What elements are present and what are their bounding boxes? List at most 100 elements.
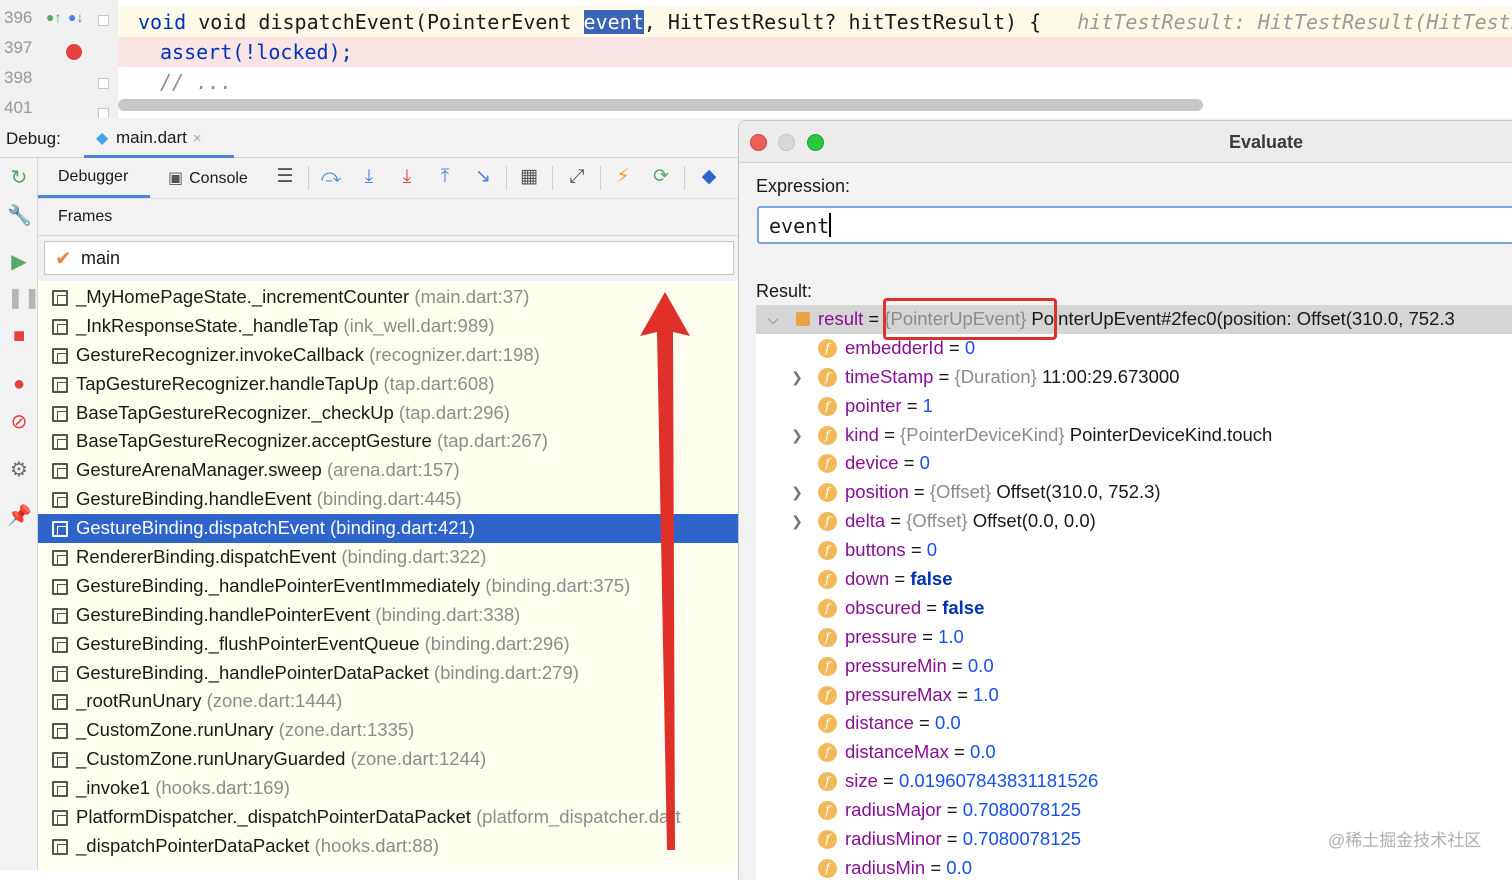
field-node[interactable]: f buttons = 0 bbox=[756, 536, 1512, 565]
evaluate-expression-icon[interactable]: ▦ bbox=[518, 166, 540, 188]
field-node[interactable]: ❯ f timeStamp = {Duration} 11:00:29.673000 bbox=[756, 363, 1512, 392]
frame-method: GestureBinding._flushPointerEventQueue bbox=[76, 632, 420, 654]
code-line[interactable]: // ... bbox=[118, 67, 1512, 97]
rerun-icon[interactable]: ↻ bbox=[7, 166, 31, 190]
wrench-icon[interactable]: 🔧 bbox=[7, 204, 32, 228]
code-editor[interactable]: 396 397 398 401 ●↑ ●↓ void void dispatch… bbox=[0, 0, 1512, 118]
step-over-icon[interactable]: ⤼ bbox=[320, 166, 342, 188]
frame-row[interactable]: _rootRunUnary (zone.dart:1444) bbox=[38, 687, 738, 716]
field-value: false bbox=[910, 568, 953, 590]
frame-row[interactable]: GestureRecognizer.invokeCallback (recogn… bbox=[38, 341, 738, 370]
field-node[interactable]: f size = 0.019607843831181526 bbox=[756, 767, 1512, 796]
chevron-down-icon[interactable]: ⌵ bbox=[766, 305, 780, 334]
field-node[interactable]: ❯ f delta = {Offset} Offset(0.0, 0.0) bbox=[756, 507, 1512, 536]
frame-row[interactable]: GestureBinding.handleEvent (binding.dart… bbox=[38, 485, 738, 514]
dart-devtools-icon[interactable]: ◆ bbox=[698, 166, 720, 188]
pause-icon[interactable]: ❚❚ bbox=[7, 286, 41, 310]
field-node[interactable]: f obscured = false bbox=[756, 594, 1512, 623]
code-line-breakpoint[interactable]: assert(!locked); bbox=[118, 37, 1512, 67]
field-value: 1 bbox=[922, 394, 933, 416]
gear-icon[interactable]: ⚙ bbox=[7, 458, 31, 482]
chevron-right-icon[interactable]: ❯ bbox=[790, 478, 804, 507]
frame-row[interactable]: GestureBinding.dispatchEvent (binding.da… bbox=[38, 514, 738, 544]
frame-row[interactable]: _CustomZone.runUnary (zone.dart:1335) bbox=[38, 716, 738, 745]
breakpoint-icon[interactable] bbox=[66, 44, 82, 60]
tab-label: main.dart bbox=[116, 128, 187, 147]
frame-row[interactable]: GestureBinding._flushPointerEventQueue (… bbox=[38, 630, 738, 659]
restore-layout-icon[interactable]: ⤢ bbox=[566, 166, 588, 188]
frame-row[interactable]: GestureBinding.handlePointerEvent (bindi… bbox=[38, 601, 738, 630]
frame-row[interactable]: GestureBinding._handlePointerEventImmedi… bbox=[38, 572, 738, 601]
fold-marker-icon[interactable] bbox=[98, 108, 109, 118]
debug-side-toolbar: ↻ 🔧 ▶ ❚❚ ■ ● ⊘ ⚙ 📌 bbox=[0, 158, 41, 870]
menu-icon[interactable]: ☰ bbox=[274, 166, 296, 188]
hot-restart-icon[interactable]: ⟳ bbox=[650, 166, 672, 188]
fold-marker-icon[interactable] bbox=[98, 15, 109, 26]
field-node[interactable]: f pressureMax = 1.0 bbox=[756, 681, 1512, 710]
equals-sign: = bbox=[943, 336, 965, 358]
implementations-icon[interactable]: ●↓ bbox=[68, 9, 83, 25]
frame-row[interactable]: _InkResponseState._handleTap (ink_well.d… bbox=[38, 312, 738, 341]
fold-marker-icon[interactable] bbox=[98, 78, 109, 89]
tab-console[interactable]: ▣ Console bbox=[168, 158, 278, 198]
zoom-window-button[interactable] bbox=[807, 134, 824, 151]
frame-row[interactable]: _CustomZone.runUnaryGuarded (zone.dart:1… bbox=[38, 745, 738, 774]
frame-row[interactable]: _MyHomePageState._incrementCounter (main… bbox=[38, 283, 738, 312]
resume-icon[interactable]: ▶ bbox=[7, 250, 31, 274]
frame-row[interactable]: PlatformDispatcher._dispatchPointerDataP… bbox=[38, 803, 738, 832]
close-window-button[interactable] bbox=[750, 134, 767, 151]
dialog-title-bar[interactable]: Evaluate bbox=[739, 121, 1512, 163]
chevron-right-icon[interactable]: ❯ bbox=[790, 363, 804, 392]
result-tree[interactable]: ⌵ result = {PointerUpEvent} PointerUpEven… bbox=[756, 305, 1512, 880]
frame-row[interactable]: BaseTapGestureRecognizer._checkUp (tap.d… bbox=[38, 399, 738, 428]
field-node[interactable]: f embedderId = 0 bbox=[756, 334, 1512, 363]
step-out-icon[interactable]: ⤒ bbox=[434, 166, 456, 188]
field-node[interactable]: ❯ f position = {Offset} Offset(310.0, 752.… bbox=[756, 478, 1512, 507]
editor-gutter[interactable]: 396 397 398 401 ●↑ ●↓ bbox=[0, 0, 118, 118]
debugger-toolbar: Debugger ▣ Console ☰ ⤼ ⤓ ⤓ ⤒ ↘ ▦ ⤢ ⚡ ⟳ ◆ bbox=[38, 158, 738, 198]
field-node[interactable]: ❯ f kind = {PointerDeviceKind} PointerDevi… bbox=[756, 421, 1512, 450]
force-step-into-icon[interactable]: ⤓ bbox=[396, 166, 418, 188]
close-icon[interactable]: × bbox=[193, 130, 202, 147]
tab-debugger[interactable]: Debugger bbox=[38, 158, 150, 198]
step-into-icon[interactable]: ⤓ bbox=[358, 166, 380, 188]
run-to-cursor-icon[interactable]: ↘ bbox=[472, 166, 494, 188]
chevron-right-icon[interactable]: ❯ bbox=[790, 507, 804, 536]
field-node[interactable]: f pressure = 1.0 bbox=[756, 623, 1512, 652]
expression-input[interactable]: event bbox=[757, 206, 1512, 244]
minimize-window-button[interactable] bbox=[778, 134, 795, 151]
field-node[interactable]: f down = false bbox=[756, 565, 1512, 594]
hot-reload-icon[interactable]: ⚡ bbox=[612, 166, 634, 188]
code-line-current[interactable]: void void dispatchEvent(PointerEvent eve… bbox=[118, 7, 1512, 37]
field-node[interactable]: f device = 0 bbox=[756, 449, 1512, 478]
horizontal-scrollbar[interactable] bbox=[118, 99, 1203, 111]
chevron-right-icon[interactable]: ❯ bbox=[790, 421, 804, 450]
result-value: PointerUpEvent#2fec0(position: Offset(31… bbox=[1031, 308, 1455, 329]
frame-row[interactable]: BaseTapGestureRecognizer.acceptGesture (… bbox=[38, 427, 738, 456]
frame-row[interactable]: TapGestureRecognizer.handleTapUp (tap.da… bbox=[38, 370, 738, 399]
thread-selector[interactable]: ✔ main bbox=[44, 241, 734, 275]
override-marker-icon[interactable]: ●↑ bbox=[46, 9, 61, 25]
field-node[interactable]: f radiusMin = 0.0 bbox=[756, 854, 1512, 880]
field-node[interactable]: f pointer = 1 bbox=[756, 392, 1512, 421]
frame-row[interactable]: _invoke1 (hooks.dart:169) bbox=[38, 774, 738, 803]
field-node[interactable]: f radiusMajor = 0.7080078125 bbox=[756, 796, 1512, 825]
view-breakpoints-icon[interactable]: ● bbox=[7, 372, 31, 396]
pin-icon[interactable]: 📌 bbox=[7, 504, 32, 528]
mute-breakpoints-icon[interactable]: ⊘ bbox=[7, 410, 31, 434]
frame-icon bbox=[52, 781, 68, 798]
field-node[interactable]: f distanceMax = 0.0 bbox=[756, 738, 1512, 767]
field-icon: f bbox=[818, 396, 837, 416]
frame-row[interactable]: GestureArenaManager.sweep (arena.dart:15… bbox=[38, 456, 738, 485]
frame-row[interactable]: RendererBinding.dispatchEvent (binding.d… bbox=[38, 543, 738, 572]
field-node[interactable]: f pressureMin = 0.0 bbox=[756, 652, 1512, 681]
stop-icon[interactable]: ■ bbox=[7, 324, 31, 348]
field-node[interactable]: f distance = 0.0 bbox=[756, 709, 1512, 738]
frame-row[interactable]: _dispatchPointerDataPacket (hooks.dart:8… bbox=[38, 832, 738, 861]
frames-list[interactable]: _MyHomePageState._incrementCounter (main… bbox=[38, 283, 738, 870]
field-value: false bbox=[942, 596, 985, 618]
tab-main-dart[interactable]: ◆ main.dart × bbox=[84, 118, 234, 158]
frame-location: (tap.dart:608) bbox=[383, 372, 495, 394]
result-root-node[interactable]: ⌵ result = {PointerUpEvent} PointerUpEven… bbox=[756, 305, 1512, 334]
frame-row[interactable]: GestureBinding._handlePointerDataPacket … bbox=[38, 659, 738, 688]
